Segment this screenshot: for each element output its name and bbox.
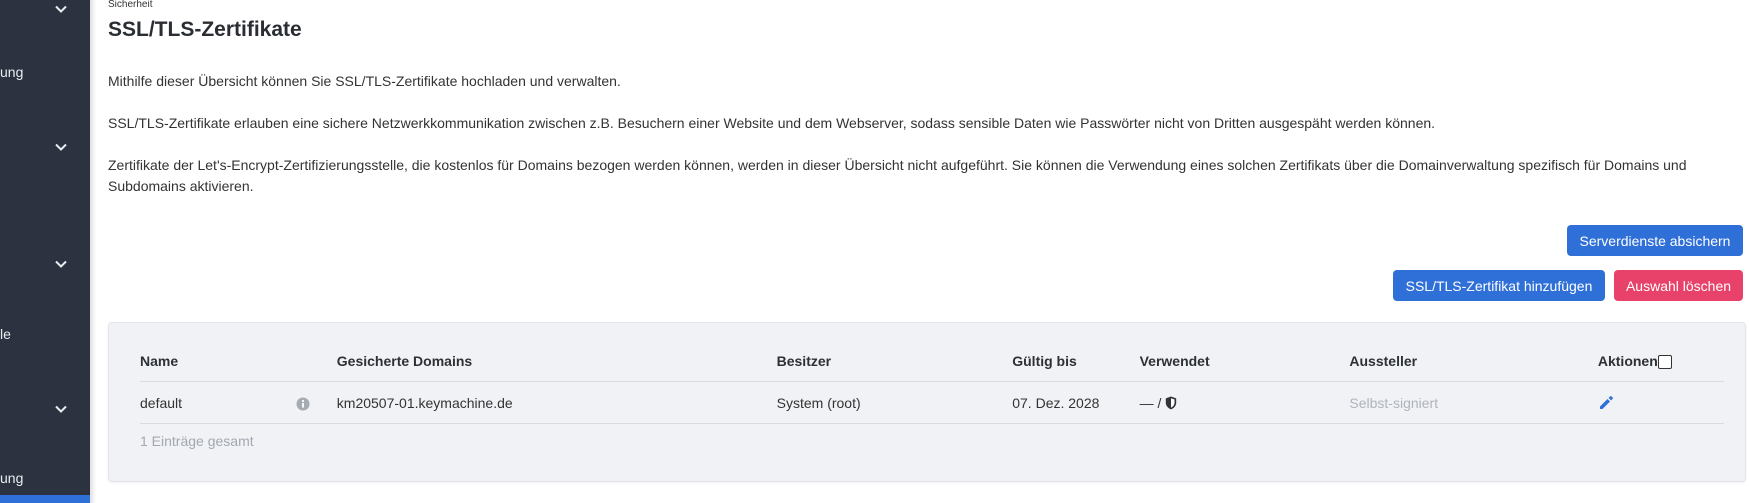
certificate-table-panel: Name Gesicherte Domains Besitzer Gültig … (108, 322, 1746, 482)
chevron-down-icon[interactable] (52, 255, 70, 273)
chevron-down-icon[interactable] (52, 400, 70, 418)
cert-owner: System (root) (776, 381, 1013, 424)
chevron-down-icon[interactable] (52, 0, 70, 18)
sidebar-item-label[interactable]: le (0, 325, 11, 343)
column-header-used[interactable]: Verwendet (1139, 341, 1350, 382)
main-content: Sicherheit SSL/TLS-Zertifikate Mithilfe … (108, 0, 1749, 503)
cert-issuer: Selbst-signiert (1349, 381, 1598, 424)
cert-used-cell: — / (1139, 381, 1350, 424)
row-select-cell (1657, 381, 1724, 424)
column-header-issuer[interactable]: Aussteller (1349, 341, 1598, 382)
actions-cell (1597, 381, 1658, 424)
sidebar-active-indicator (0, 495, 90, 503)
description-text: SSL/TLS-Zertifikate erlauben eine sicher… (108, 115, 1436, 131)
edit-icon[interactable] (1598, 394, 1614, 410)
info-cell (296, 381, 337, 424)
column-header-name[interactable]: Name (140, 341, 297, 382)
select-all-cell (1657, 341, 1724, 382)
certificate-table: Name Gesicherte Domains Besitzer Gültig … (140, 341, 1724, 424)
breadcrumb: Sicherheit (108, 0, 153, 10)
cert-valid-until: 07. Dez. 2028 (1012, 381, 1140, 424)
select-all-checkbox[interactable] (1657, 355, 1672, 370)
info-icon[interactable] (296, 394, 310, 411)
column-header-valid-until[interactable]: Gültig bis (1012, 341, 1140, 382)
cert-name: default (140, 381, 297, 424)
intro-text: Mithilfe dieser Übersicht können Sie SSL… (108, 73, 621, 89)
column-header-domains[interactable]: Gesicherte Domains (336, 341, 777, 382)
sidebar-shadow (90, 0, 96, 503)
column-header-actions: Aktionen (1597, 341, 1658, 382)
sidebar-item-label[interactable]: ung (0, 469, 23, 487)
sidebar: ung le ung (0, 0, 90, 503)
shield-icon (1165, 395, 1177, 411)
page-title: SSL/TLS-Zertifikate (108, 18, 302, 41)
add-certificate-button[interactable]: SSL/TLS-Zertifikat hinzufügen (1393, 270, 1605, 301)
delete-selection-button[interactable]: Auswahl löschen (1614, 270, 1743, 301)
cert-domains: km20507-01.keymachine.de (336, 381, 777, 424)
table-header-row: Name Gesicherte Domains Besitzer Gültig … (140, 341, 1724, 382)
total-entries: 1 Einträge gesamt (140, 433, 254, 449)
column-header-spacer (296, 341, 337, 382)
sidebar-item-label[interactable]: ung (0, 63, 23, 81)
cert-used: — / (1139, 394, 1162, 411)
chevron-down-icon[interactable] (52, 138, 70, 156)
secure-services-button[interactable]: Serverdienste absichern (1567, 225, 1743, 256)
table-row: default km20507-01.keymachine.de System … (140, 381, 1724, 424)
lets-encrypt-note: Zertifikate der Let's-Encrypt-Zertifizie… (108, 157, 1687, 194)
column-header-owner[interactable]: Besitzer (776, 341, 1013, 382)
